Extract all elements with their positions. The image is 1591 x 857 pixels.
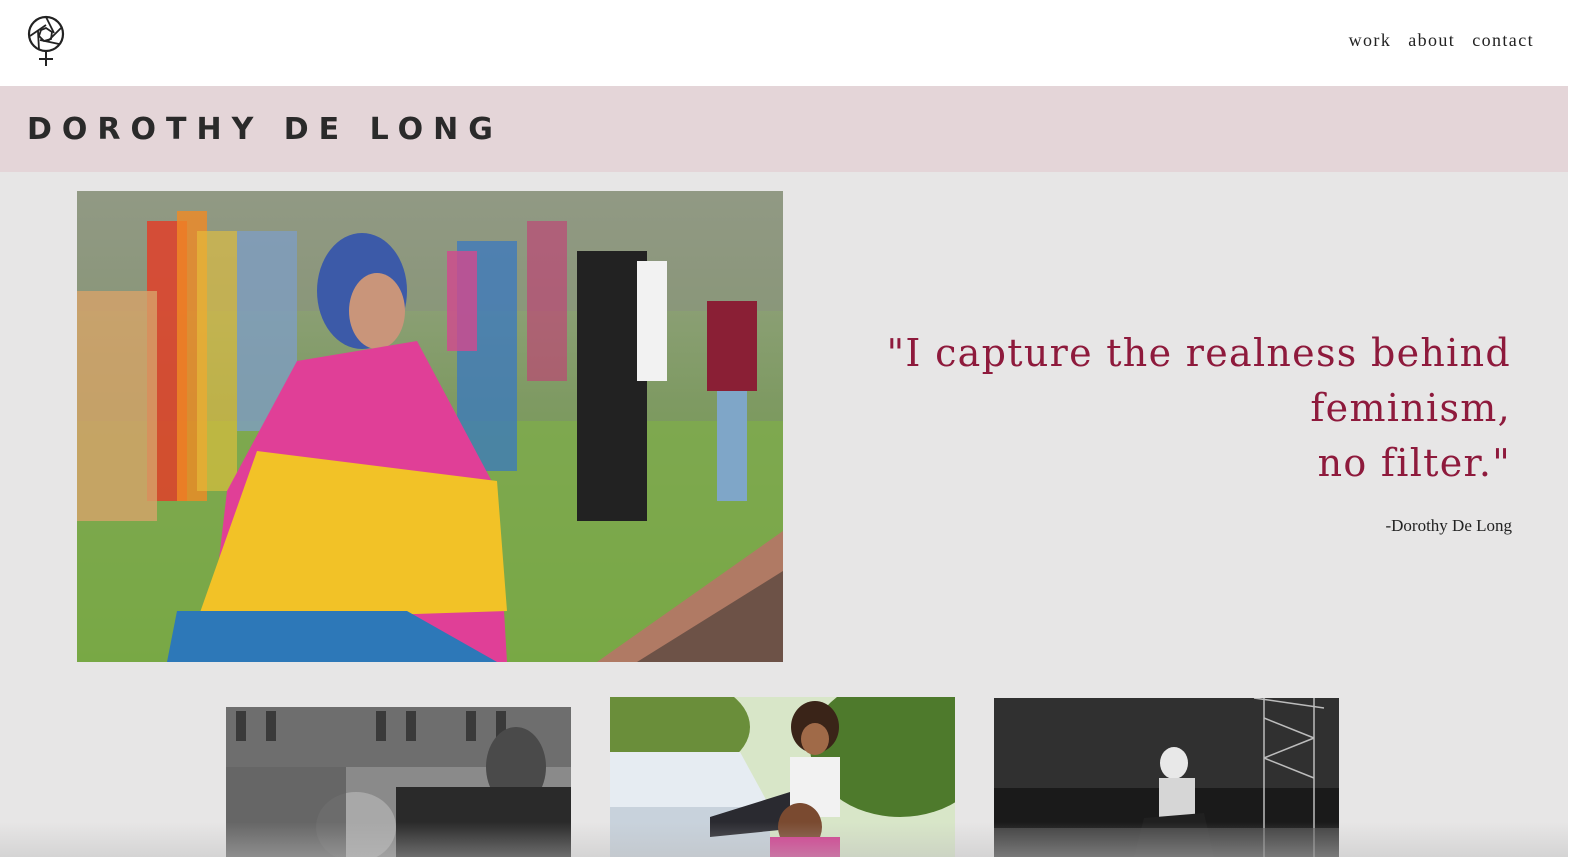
scrollbar[interactable] [1568,0,1591,857]
logo-icon[interactable] [26,15,66,67]
quote-line-2: feminism, [1310,386,1511,430]
top-nav-bar: work about contact [0,0,1568,86]
nav-link-work[interactable]: work [1349,30,1392,51]
hero-photo[interactable] [77,191,783,662]
nav-link-about[interactable]: about [1408,30,1455,51]
site-title: DOROTHY DE LONG [27,112,503,147]
quote-attribution: -Dorothy De Long [1385,516,1512,535]
gallery-thumb-1[interactable] [226,707,571,857]
main-nav: work about contact [1349,30,1534,51]
quote-line-3: no filter." [1317,441,1511,485]
gallery-thumb-2[interactable] [610,697,955,857]
nav-link-contact[interactable]: contact [1472,30,1534,51]
gallery-thumb-3[interactable] [994,698,1339,857]
quote: "I capture the realness behind feminism,… [871,326,1511,491]
quote-line-1: "I capture the realness behind [886,331,1511,375]
title-banner: DOROTHY DE LONG [0,86,1568,172]
